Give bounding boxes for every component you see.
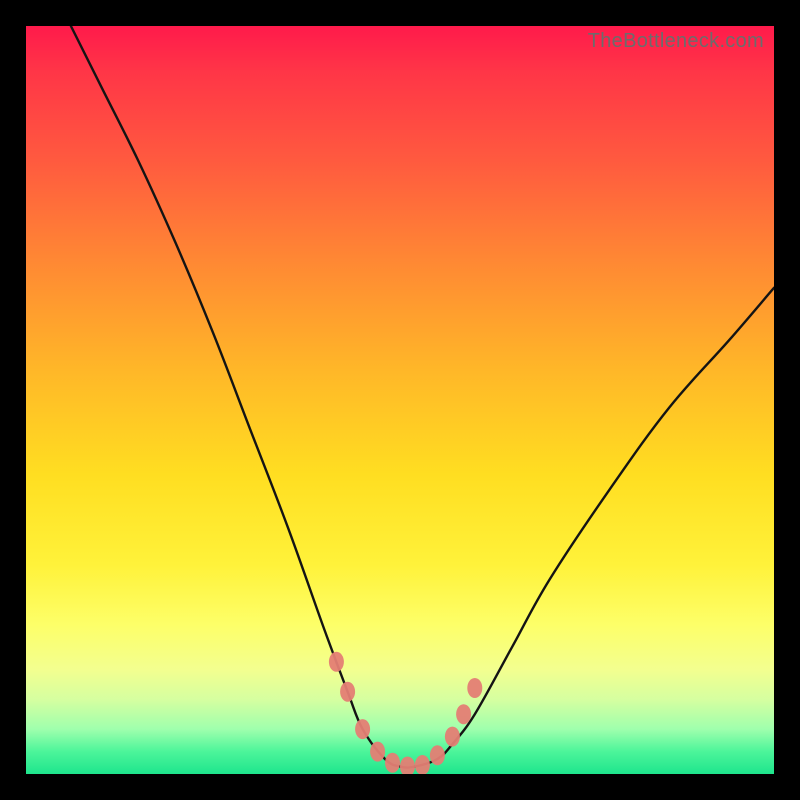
marker-dot	[456, 704, 471, 724]
marker-dot	[445, 727, 460, 747]
watermark-text: TheBottleneck.com	[588, 30, 764, 53]
marker-dot	[430, 745, 445, 765]
marker-dot	[370, 742, 385, 762]
marker-dot	[355, 719, 370, 739]
plot-area: TheBottleneck.com	[26, 26, 774, 774]
marker-dot	[467, 678, 482, 698]
marker-dot	[415, 755, 430, 774]
marker-dot	[340, 682, 355, 702]
sweet-spot-markers	[329, 652, 482, 774]
bottleneck-curve	[71, 26, 774, 768]
marker-dot	[385, 753, 400, 773]
marker-dot	[400, 757, 415, 775]
chart-frame: TheBottleneck.com	[0, 0, 800, 800]
marker-dot	[329, 652, 344, 672]
curve-layer	[26, 26, 774, 774]
